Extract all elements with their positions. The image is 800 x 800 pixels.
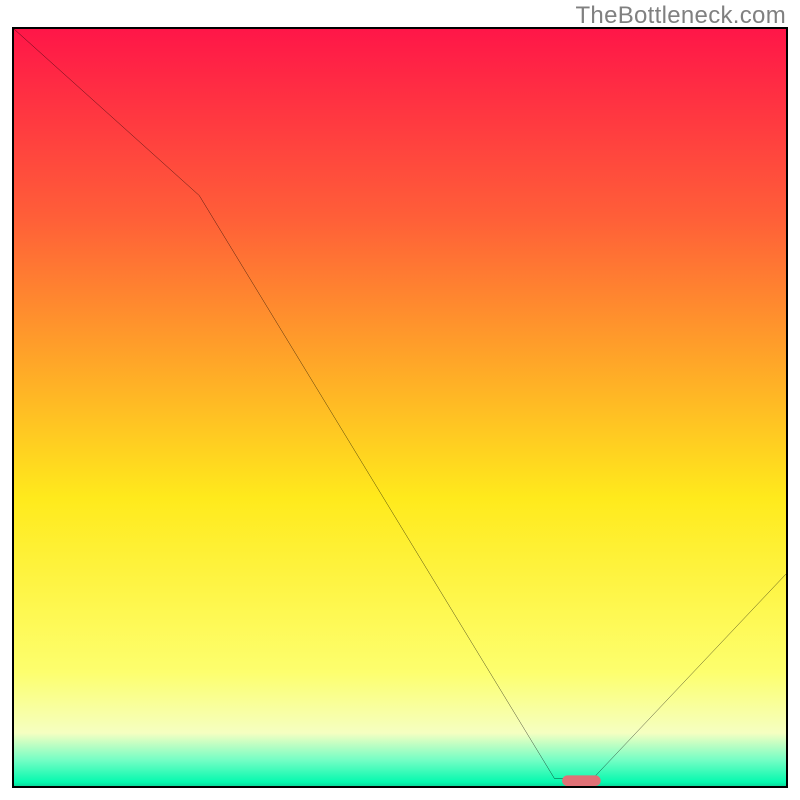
watermark-text: TheBottleneck.com [575,2,786,30]
chart-background-gradient [14,29,786,786]
chart-area [12,27,788,788]
